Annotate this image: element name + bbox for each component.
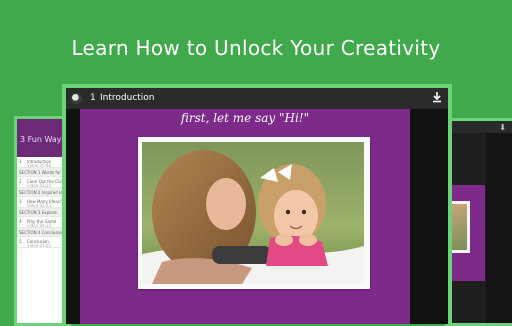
video-letterbox-right bbox=[410, 109, 448, 324]
row-title: SECTION 4 Conclusion bbox=[19, 230, 64, 235]
row-title: SECTION 1 Words for Art bbox=[19, 170, 69, 175]
row-title: SECTION 3 Explore bbox=[19, 210, 57, 215]
lesson-index: 3 bbox=[19, 199, 22, 204]
video-letterbox-left bbox=[66, 109, 80, 324]
right-device-topbar: ⬇ bbox=[445, 121, 512, 133]
mother-daughter-photo bbox=[142, 142, 364, 284]
video-slide[interactable]: first, let me say "Hi!" bbox=[80, 109, 410, 324]
row-subtitle: Video 01:05 bbox=[27, 243, 52, 248]
lesson-index: 5 bbox=[19, 239, 22, 244]
headline: Learn How to Unlock Your Creativity bbox=[71, 36, 441, 60]
lesson-index: 2 bbox=[19, 179, 22, 184]
app-logo-icon bbox=[71, 93, 82, 104]
lesson-topbar: 1 Introduction bbox=[66, 88, 448, 109]
download-icon[interactable]: ⬇ bbox=[499, 123, 506, 132]
right-side-rail bbox=[486, 133, 512, 323]
download-icon[interactable] bbox=[430, 91, 444, 105]
lesson-title: Introduction bbox=[100, 93, 155, 103]
main-device-screen: 1 Introduction first, let me say "Hi!" bbox=[62, 84, 452, 324]
photo-frame bbox=[138, 137, 370, 289]
lesson-index: 4 bbox=[19, 219, 22, 224]
right-device-screen: ⬇ bbox=[445, 118, 512, 326]
lesson-number: 1 bbox=[90, 93, 96, 103]
lesson-index: 1 bbox=[19, 159, 22, 164]
slide-caption: first, let me say "Hi!" bbox=[180, 111, 310, 125]
